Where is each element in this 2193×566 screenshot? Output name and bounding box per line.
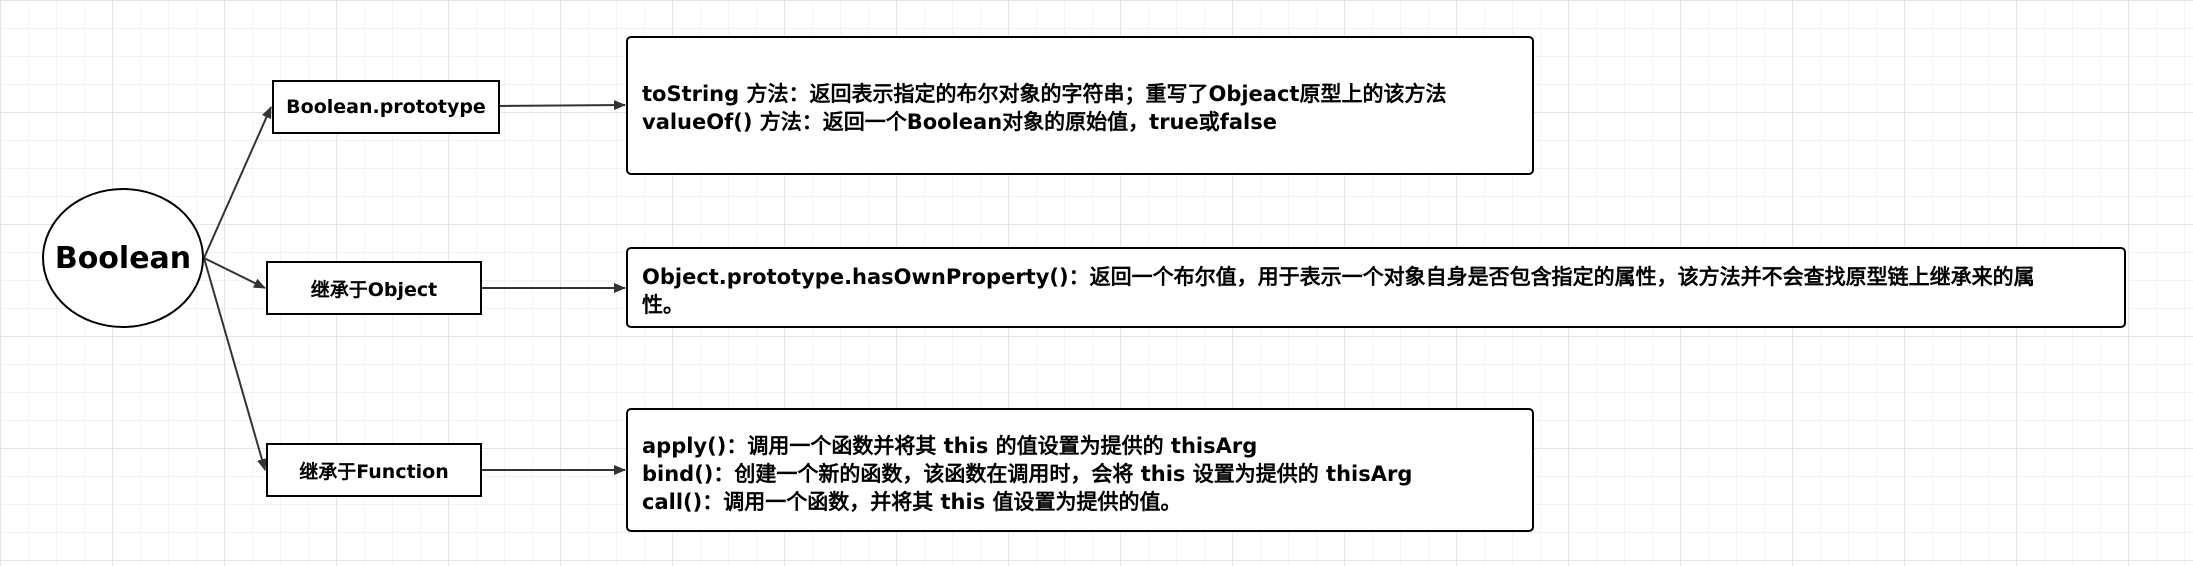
detail-line-apply: apply()：调用一个函数并将其 this 的值设置为提供的 thisArg bbox=[642, 434, 1258, 458]
detail-line-valueof: valueOf() 方法：返回一个Boolean对象的原始值，true或fals… bbox=[642, 110, 1278, 134]
branch-node-inherits-object[interactable]: 继承于Object bbox=[266, 261, 482, 315]
detail-line-call: call()：调用一个函数，并将其 this 值设置为提供的值。 bbox=[642, 490, 1182, 514]
connector-root-to-object bbox=[203, 257, 266, 289]
mind-map-canvas: Boolean Boolean.prototype 继承于Object 继承于F… bbox=[0, 0, 2193, 566]
detail-node-boolean-prototype[interactable]: toString 方法：返回表示指定的布尔对象的字符串；重写了Objeact原型… bbox=[626, 36, 1534, 175]
detail-line-bind: bind()：创建一个新的函数，该函数在调用时，会将 this 设置为提供的 t… bbox=[642, 462, 1413, 486]
connector-root-to-prototype bbox=[203, 106, 272, 259]
detail-line-hasownproperty-continued: 性。 bbox=[642, 293, 684, 317]
detail-node-function-methods[interactable]: apply()：调用一个函数并将其 this 的值设置为提供的 thisArg … bbox=[626, 408, 1534, 532]
branch-node-inherits-function[interactable]: 继承于Function bbox=[266, 443, 482, 497]
connector-root-to-function bbox=[203, 257, 267, 471]
detail-line-hasownproperty: Object.prototype.hasOwnProperty()：返回一个布尔… bbox=[642, 265, 2035, 289]
root-node-boolean[interactable]: Boolean bbox=[42, 188, 204, 328]
detail-line-tostring: toString 方法：返回表示指定的布尔对象的字符串；重写了Objeact原型… bbox=[642, 82, 1447, 106]
connector-prototype-to-detail bbox=[499, 100, 626, 111]
detail-node-object-methods[interactable]: Object.prototype.hasOwnProperty()：返回一个布尔… bbox=[626, 247, 2126, 328]
branch-node-boolean-prototype[interactable]: Boolean.prototype bbox=[272, 80, 500, 134]
